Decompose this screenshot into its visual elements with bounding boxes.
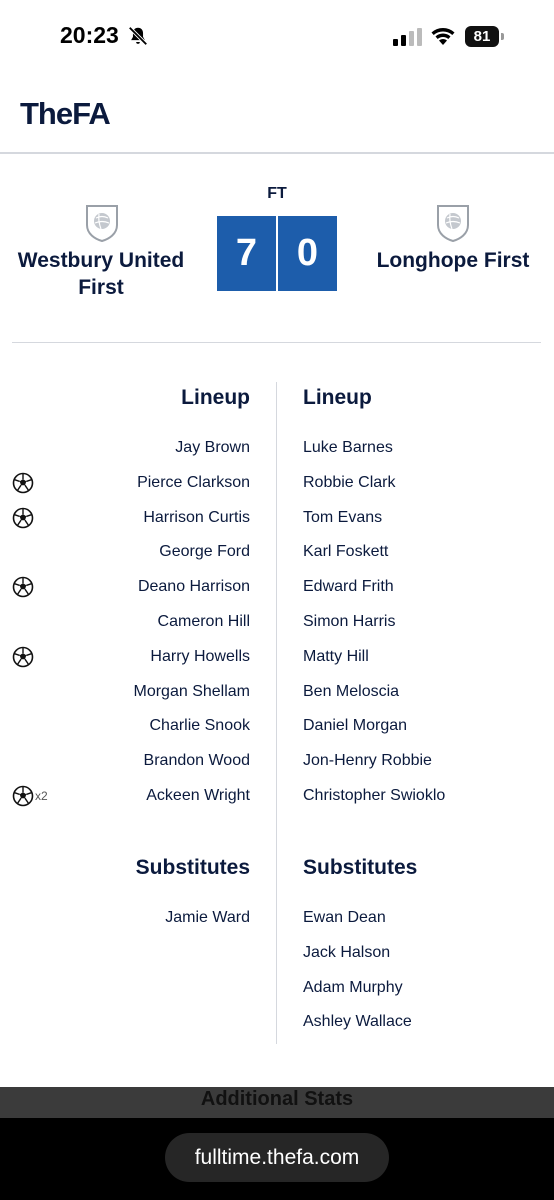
wifi-icon — [431, 28, 455, 45]
away-player[interactable]: Daniel Morgan — [303, 716, 407, 736]
section-divider — [12, 342, 541, 343]
home-player[interactable]: Deano Harrison — [138, 577, 250, 597]
away-substitute[interactable]: Ashley Wallace — [303, 1012, 412, 1032]
home-team-name[interactable]: Westbury United First — [10, 247, 192, 301]
home-lineup-heading: Lineup — [181, 386, 250, 409]
goal-marker — [12, 472, 35, 494]
home-team-name-line2: First — [78, 276, 124, 299]
status-bar: 20:23 81 — [0, 0, 554, 72]
home-team-name-line1: Westbury United — [17, 249, 185, 272]
football-icon — [12, 646, 34, 668]
away-player[interactable]: Karl Foskett — [303, 542, 388, 562]
home-player[interactable]: Pierce Clarkson — [137, 473, 250, 493]
football-icon — [12, 472, 34, 494]
battery-level: 81 — [465, 26, 499, 47]
away-player[interactable]: Tom Evans — [303, 508, 382, 528]
home-player[interactable]: Jay Brown — [175, 438, 250, 458]
goal-count: x2 — [35, 789, 48, 803]
away-substitute[interactable]: Ewan Dean — [303, 908, 386, 928]
home-substitute[interactable]: Jamie Ward — [165, 908, 250, 928]
away-player[interactable]: Edward Frith — [303, 577, 394, 597]
away-substitutes-heading: Substitutes — [303, 856, 418, 879]
away-substitute[interactable]: Jack Halson — [303, 943, 390, 963]
home-player[interactable]: Charlie Snook — [150, 716, 251, 736]
away-substitute[interactable]: Adam Murphy — [303, 978, 403, 998]
away-player[interactable]: Luke Barnes — [303, 438, 393, 458]
football-icon — [12, 507, 34, 528]
url-field[interactable]: fulltime.thefa.com — [165, 1133, 389, 1182]
away-player[interactable]: Matty Hill — [303, 647, 369, 667]
additional-stats-bar[interactable]: Additional Stats — [0, 1087, 554, 1118]
match-status: FT — [267, 185, 287, 202]
home-player[interactable]: Morgan Shellam — [134, 682, 251, 702]
home-player[interactable]: Harry Howells — [150, 647, 250, 667]
home-player[interactable]: George Ford — [159, 542, 250, 562]
home-team-crest-icon — [86, 205, 118, 243]
battery-tip — [501, 33, 504, 40]
away-score: 0 — [278, 216, 337, 291]
column-divider — [276, 382, 277, 1044]
away-team-crest-icon — [437, 205, 469, 243]
football-icon — [12, 576, 34, 598]
battery-icon: 81 — [465, 26, 505, 48]
fa-logo[interactable]: TheFA — [20, 96, 111, 132]
site-header: TheFA — [0, 72, 554, 154]
match-score-panel: FT Westbury United First 7 0 Longhope Fi… — [0, 153, 554, 343]
away-player[interactable]: Robbie Clark — [303, 473, 395, 493]
away-player[interactable]: Simon Harris — [303, 612, 395, 632]
home-player[interactable]: Cameron Hill — [158, 612, 250, 632]
home-score: 7 — [217, 216, 276, 291]
away-player[interactable]: Christopher Swioklo — [303, 786, 445, 806]
goal-marker — [12, 646, 35, 668]
away-lineup-heading: Lineup — [303, 386, 372, 409]
status-time: 20:23 — [60, 22, 119, 48]
browser-address-bar: fulltime.thefa.com — [0, 1118, 554, 1200]
bell-muted-icon — [128, 26, 148, 46]
home-player[interactable]: Brandon Wood — [144, 751, 250, 771]
cellular-signal-icon — [393, 28, 422, 46]
home-player[interactable]: Harrison Curtis — [143, 508, 250, 528]
football-icon — [12, 785, 34, 807]
goal-marker: x2 — [12, 785, 48, 807]
goal-marker — [12, 576, 35, 598]
away-player[interactable]: Ben Meloscia — [303, 682, 399, 702]
away-player[interactable]: Jon-Henry Robbie — [303, 751, 432, 771]
home-substitutes-heading: Substitutes — [135, 856, 250, 879]
home-player[interactable]: Ackeen Wright — [146, 786, 250, 806]
additional-stats-label: Additional Stats — [200, 1088, 354, 1110]
away-team-name[interactable]: Longhope First — [366, 247, 540, 274]
goal-marker — [12, 507, 35, 529]
